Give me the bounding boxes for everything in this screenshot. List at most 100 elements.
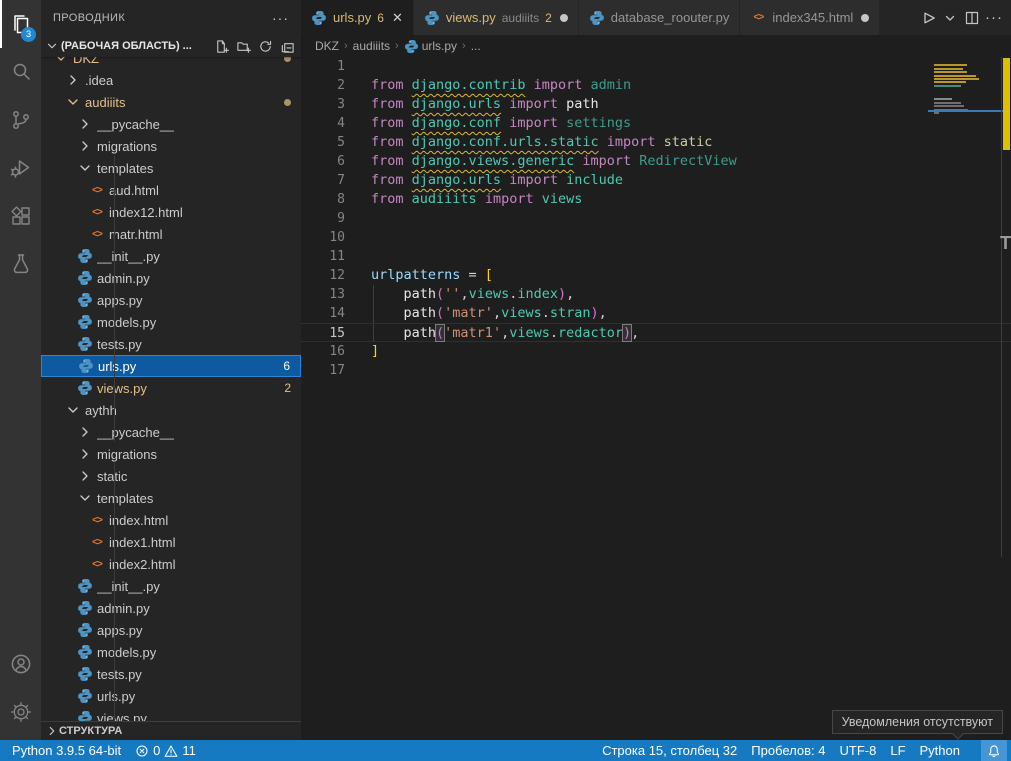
tab-urls.py[interactable]: urls.py6✕ — [301, 0, 414, 35]
tree-item-__init__.py[interactable]: __init__.py — [41, 245, 301, 267]
tree-item-matr.html[interactable]: <>matr.html — [41, 223, 301, 245]
collapse-all-icon[interactable] — [277, 36, 297, 56]
breadcrumb-separator: › — [393, 40, 401, 52]
tree-item-__init__.py[interactable]: __init__.py — [41, 575, 301, 597]
tree-item-migrations[interactable]: migrations — [41, 443, 301, 465]
tree-item-models.py[interactable]: models.py — [41, 311, 301, 333]
tree-item-DKZ[interactable]: DKZ — [41, 57, 301, 69]
breadcrumb-item-urls.py[interactable]: urls.py — [422, 39, 457, 53]
minimap-line — [934, 68, 963, 70]
tree-item-index.html[interactable]: <>index.html — [41, 509, 301, 531]
code-line-9[interactable]: 9 — [301, 209, 1011, 228]
tree-item-static[interactable]: static — [41, 465, 301, 487]
code-line-12[interactable]: 12urlpatterns = [ — [301, 266, 1011, 285]
new-file-icon[interactable] — [211, 36, 231, 56]
tree-item-views.py[interactable]: views.py2 — [41, 377, 301, 399]
code-line-13[interactable]: 13 path('',views.index), — [301, 285, 1011, 304]
tree-item-tests.py[interactable]: tests.py — [41, 333, 301, 355]
tree-item-views.py[interactable]: views.py — [41, 707, 301, 721]
workspace-section-header[interactable]: (РАБОЧАЯ ОБЛАСТЬ) ... — [41, 35, 301, 57]
code-line-10[interactable]: 10 — [301, 228, 1011, 247]
feedback-icon[interactable] — [967, 740, 981, 761]
status-indentation[interactable]: Пробелов: 4 — [744, 740, 832, 761]
code-line-6[interactable]: 6from django.views.generic import Redire… — [301, 152, 1011, 171]
tree-item-apps.py[interactable]: apps.py — [41, 289, 301, 311]
activity-item-account[interactable] — [0, 640, 41, 688]
notifications-bell[interactable] — [981, 740, 1007, 761]
python-file-icon — [589, 10, 605, 26]
tree-item-__pycache__[interactable]: __pycache__ — [41, 421, 301, 443]
tree-item-migrations[interactable]: migrations — [41, 135, 301, 157]
activity-item-run-debug[interactable] — [0, 144, 41, 192]
code-line-1[interactable]: 1 — [301, 57, 1011, 76]
status-language-mode[interactable]: Python — [913, 740, 967, 761]
refresh-icon[interactable] — [255, 36, 275, 56]
more-actions-button[interactable]: ··· — [985, 6, 1003, 30]
overview-ruler[interactable] — [1001, 57, 1011, 557]
activity-item-source-control[interactable] — [0, 96, 41, 144]
sidebar-more-icon[interactable]: ··· — [272, 10, 289, 26]
breadcrumb[interactable]: DKZ›audiiits›urls.py›... — [301, 35, 1011, 57]
tree-item-index1.html[interactable]: <>index1.html — [41, 531, 301, 553]
breadcrumb-item-DKZ[interactable]: DKZ — [315, 39, 339, 53]
breadcrumb-item-...[interactable]: ... — [471, 39, 481, 53]
code-editor[interactable]: 12from django.contrib import admin3from … — [301, 57, 1011, 740]
activity-item-settings[interactable] — [0, 688, 41, 736]
activity-item-extensions[interactable] — [0, 192, 41, 240]
status-cursor-position[interactable]: Строка 15, столбец 32 — [595, 740, 744, 761]
code-line-7[interactable]: 7from django.urls import include — [301, 171, 1011, 190]
run-icon[interactable] — [919, 6, 937, 30]
new-folder-icon[interactable] — [233, 36, 253, 56]
breadcrumb-item-audiiits[interactable]: audiiits — [353, 39, 390, 53]
activity-item-search[interactable] — [0, 48, 41, 96]
code-line-4[interactable]: 4from django.conf import settings — [301, 114, 1011, 133]
outline-section-header[interactable]: СТРУКТУРА — [41, 721, 301, 740]
tree-item-aythh[interactable]: aythh — [41, 399, 301, 421]
tree-item-admin.py[interactable]: admin.py — [41, 267, 301, 289]
html-file-icon: <> — [89, 204, 105, 220]
status-eol[interactable]: LF — [883, 740, 912, 761]
tab-views.py[interactable]: views.pyaudiiits2 — [414, 0, 579, 35]
code-line-14[interactable]: 14 path('matr',views.stran), — [301, 304, 1011, 323]
split-editor-icon[interactable] — [963, 6, 981, 30]
tree-item-urls.py[interactable]: urls.py — [41, 685, 301, 707]
tree-item-index12.html[interactable]: <>index12.html — [41, 201, 301, 223]
tab-bar: urls.py6✕views.pyaudiiits2database_roout… — [301, 0, 1011, 35]
tree-item-models.py[interactable]: models.py — [41, 641, 301, 663]
status-bar-right: Строка 15, столбец 32Пробелов: 4UTF-8LFP… — [595, 740, 1011, 761]
code-line-17[interactable]: 17 — [301, 361, 1011, 380]
tree-item-audiiits[interactable]: audiiits — [41, 91, 301, 113]
status-encoding[interactable]: UTF-8 — [833, 740, 884, 761]
run-dropdown-icon[interactable] — [941, 6, 959, 30]
activity-item-testing[interactable] — [0, 240, 41, 288]
minimap[interactable] — [932, 59, 1000, 179]
tree-item-index2.html[interactable]: <>index2.html — [41, 553, 301, 575]
line-number: 12 — [301, 266, 345, 285]
code-line-2[interactable]: 2from django.contrib import admin — [301, 76, 1011, 95]
activity-item-explorer[interactable]: 3 — [0, 0, 41, 48]
tab-index345.html[interactable]: <>index345.html — [740, 0, 880, 35]
tree-item-tests.py[interactable]: tests.py — [41, 663, 301, 685]
code-line-11[interactable]: 11 — [301, 247, 1011, 266]
code-line-3[interactable]: 3from django.urls import path — [301, 95, 1011, 114]
chevron-right-icon — [45, 724, 59, 738]
status-python-interpreter[interactable]: Python 3.9.5 64-bit — [5, 740, 128, 761]
tree-item-label: DKZ — [73, 57, 99, 66]
code-line-15[interactable]: 15 path('matr1',views.redactor), — [301, 323, 1011, 342]
status-problems[interactable]: 011 — [128, 740, 203, 761]
code-line-5[interactable]: 5from django.conf.urls.static import sta… — [301, 133, 1011, 152]
tree-item-aud.html[interactable]: <>aud.html — [41, 179, 301, 201]
tree-item-templates[interactable]: templates — [41, 487, 301, 509]
tree-item-apps.py[interactable]: apps.py — [41, 619, 301, 641]
tree-item-__pycache__[interactable]: __pycache__ — [41, 113, 301, 135]
tree-item-templates[interactable]: templates — [41, 157, 301, 179]
code-line-8[interactable]: 8from audiiits import views — [301, 190, 1011, 209]
line-text: from django.views.generic import Redirec… — [345, 152, 737, 171]
tab-database_roouter.py[interactable]: database_roouter.py — [579, 0, 741, 35]
workspace-section-label: (РАБОЧАЯ ОБЛАСТЬ) ... — [61, 40, 192, 52]
tree-item-urls.py[interactable]: urls.py6 — [41, 355, 301, 377]
tree-item-.idea[interactable]: .idea — [41, 69, 301, 91]
close-icon[interactable]: ✕ — [392, 10, 403, 26]
code-line-16[interactable]: 16] — [301, 342, 1011, 361]
tree-item-admin.py[interactable]: admin.py — [41, 597, 301, 619]
